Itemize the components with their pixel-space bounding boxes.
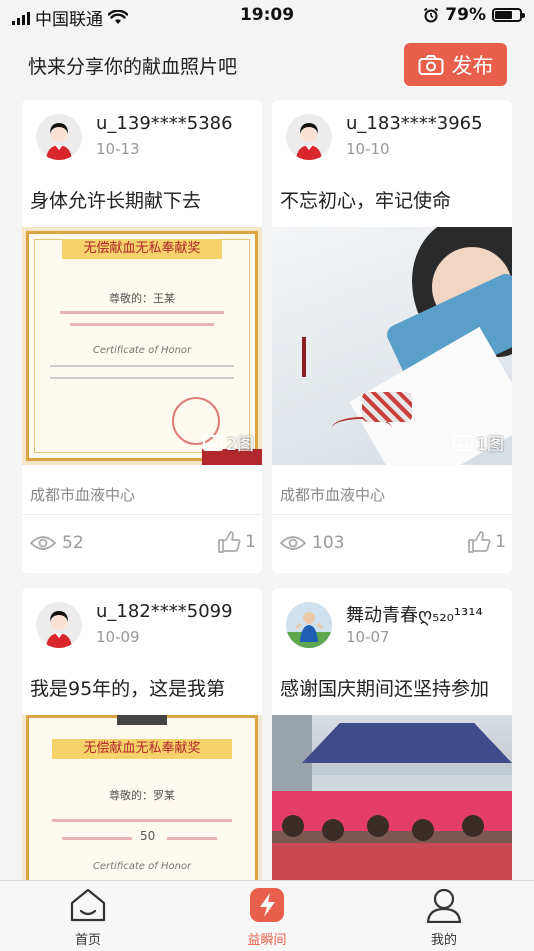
username: u_183****3965: [346, 113, 483, 134]
home-icon: [70, 888, 106, 922]
certificate-recipient: 尊敬的：罗某: [109, 789, 175, 802]
certificate-en-title: Certificate of Honor: [92, 345, 192, 356]
tab-me[interactable]: 我的: [399, 887, 489, 948]
post-caption: 感谢国庆期间还坚持参加: [280, 678, 490, 700]
post-photo[interactable]: 1图: [272, 227, 512, 465]
post-photo[interactable]: 无偿献血无私奉献奖 尊敬的：王某 Certificate of Honor 2图: [22, 227, 262, 465]
tab-home[interactable]: 首页: [43, 887, 133, 948]
avatar[interactable]: [36, 602, 82, 648]
lightning-icon: [250, 888, 284, 922]
like-button[interactable]: 1: [217, 531, 256, 553]
divider: [22, 514, 262, 515]
tab-home-label: 首页: [74, 933, 101, 948]
view-count: 52: [30, 533, 84, 553]
avatar[interactable]: [286, 114, 332, 160]
post-card[interactable]: u_139****5386 10-13 身体允许长期献下去 无偿献血无私奉献奖 …: [22, 100, 262, 573]
header: 快来分享你的献血照片吧 发布: [0, 30, 534, 98]
post-date: 10-13: [96, 140, 140, 158]
thumbs-up-icon: [468, 531, 491, 553]
post-photo[interactable]: 无偿献血无私奉献奖 尊敬的：罗某 50 Certificate of Honor: [22, 715, 262, 888]
tab-bar: 首页 益瞬间 我的: [0, 880, 534, 951]
certificate-title: 无偿献血无私奉献奖: [52, 739, 232, 759]
avatar[interactable]: [286, 602, 332, 648]
username: 舞动青春ღ₅₂₀¹³¹⁴: [346, 605, 483, 626]
image-icon: [453, 434, 474, 451]
eye-icon: [280, 536, 306, 550]
publish-button[interactable]: 发布: [404, 43, 507, 86]
certificate-title: 无偿献血无私奉献奖: [62, 239, 222, 259]
tab-me-label: 我的: [430, 933, 457, 948]
tab-moment[interactable]: 益瞬间: [222, 887, 312, 948]
battery-icon: [492, 8, 525, 22]
post-card[interactable]: u_183****3965 10-10 不忘初心，牢记使命 1图 成都市血液中心…: [272, 100, 512, 573]
certificate-en-title: Certificate of Honor: [92, 861, 192, 872]
battery-percent: 79%: [445, 5, 486, 25]
eye-icon: [30, 536, 56, 550]
certificate-recipient: 尊敬的：王某: [109, 292, 175, 305]
location-label: 成都市血液中心: [280, 486, 386, 504]
publish-label: 发布: [451, 53, 494, 78]
post-card[interactable]: 舞动青春ღ₅₂₀¹³¹⁴ 10-07 感谢国庆期间还坚持参加: [272, 588, 512, 888]
location-label: 成都市血液中心: [30, 486, 136, 504]
post-caption: 不忘初心，牢记使命: [280, 190, 452, 212]
post-caption: 我是95年的，这是我第: [30, 678, 226, 700]
post-caption: 身体允许长期献下去: [30, 190, 202, 212]
post-card[interactable]: u_182****5099 10-09 我是95年的，这是我第 无偿献血无私奉献…: [22, 588, 262, 888]
like-button[interactable]: 1: [467, 531, 506, 553]
username: u_139****5386: [96, 113, 233, 134]
post-date: 10-07: [346, 628, 390, 646]
tab-moment-label: 益瞬间: [247, 933, 287, 948]
post-photo[interactable]: [272, 715, 512, 888]
image-icon: [203, 434, 224, 451]
status-bar: 中国联通 19:09 79%: [0, 0, 534, 30]
username: u_182****5099: [96, 601, 233, 622]
thumbs-up-icon: [218, 531, 241, 553]
divider: [272, 514, 512, 515]
alarm-icon: [424, 7, 439, 23]
view-count: 103: [280, 533, 344, 553]
certificate-donation-count: 50: [140, 829, 156, 843]
page-title: 快来分享你的献血照片吧: [28, 56, 238, 78]
user-icon: [426, 888, 462, 924]
status-bar-right: 79%: [423, 5, 525, 25]
post-date: 10-10: [346, 140, 390, 158]
avatar[interactable]: [36, 114, 82, 160]
post-date: 10-09: [96, 628, 140, 646]
image-count-badge: 1图: [453, 430, 504, 455]
camera-icon: [418, 54, 443, 75]
image-count-badge: 2图: [203, 430, 254, 455]
